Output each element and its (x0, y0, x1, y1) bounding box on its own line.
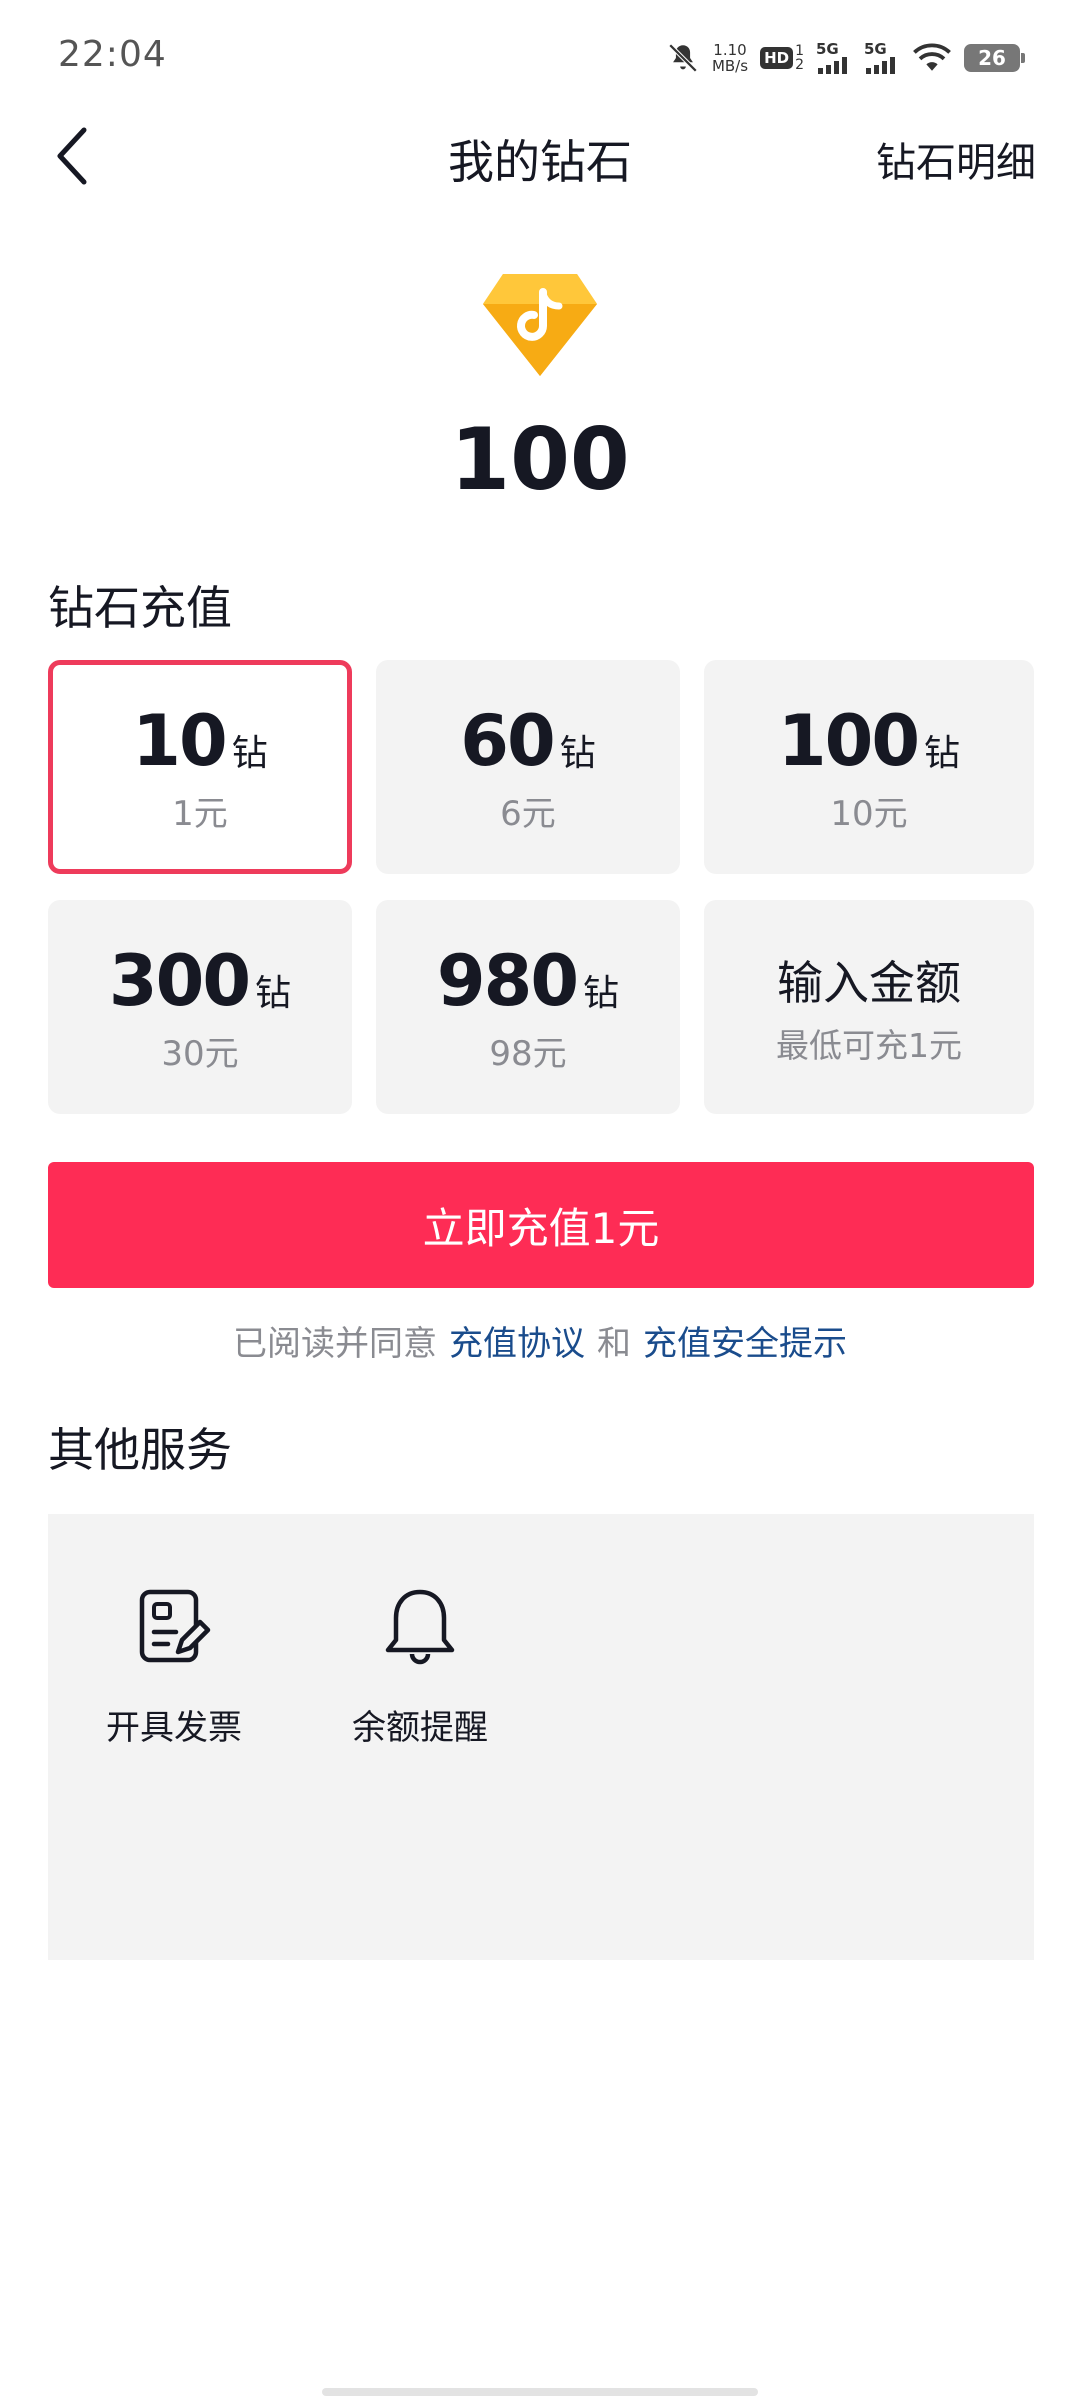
diamond-detail-link[interactable]: 钻石明细 (876, 130, 1036, 188)
package-price: 6元 (500, 793, 556, 834)
services-panel: 开具发票 余额提醒 (48, 1514, 1034, 1960)
package-main: 60 钻 (460, 700, 595, 782)
custom-amount-title: 输入金额 (777, 956, 961, 1010)
package-option-60[interactable]: 60 钻 6元 (376, 660, 680, 874)
status-bar: 22:04 1.10 MB/s HD 1 2 5G 5G 26 (0, 0, 1080, 110)
package-unit: 钻 (231, 732, 268, 774)
agreement-prefix: 已阅读并同意 (233, 1324, 437, 1364)
status-time: 22:04 (58, 34, 167, 75)
recharge-agreement-link[interactable]: 充值协议 (449, 1324, 585, 1364)
signal-1: 5G (816, 42, 852, 74)
package-option-980[interactable]: 980 钻 98元 (376, 900, 680, 1114)
package-main: 100 钻 (778, 700, 960, 782)
header: 我的钻石 钻石明细 (0, 110, 1080, 206)
agreement-conjunction: 和 (597, 1324, 631, 1364)
package-option-100[interactable]: 100 钻 10元 (704, 660, 1034, 874)
service-item-balance-reminder[interactable]: 余额提醒 (330, 1584, 510, 1749)
package-amount: 980 (436, 939, 579, 1022)
recharge-section-title: 钻石充值 (48, 581, 232, 635)
signal-2-label: 5G (864, 40, 887, 58)
package-amount: 10 (132, 699, 227, 782)
network-speed: 1.10 MB/s (712, 42, 748, 74)
home-indicator[interactable] (322, 2388, 758, 2396)
package-price: 1元 (172, 793, 228, 834)
package-option-10[interactable]: 10 钻 1元 (48, 660, 352, 874)
package-price: 30元 (161, 1033, 239, 1074)
services-section-title: 其他服务 (48, 1423, 232, 1477)
signal-1-label: 5G (816, 40, 839, 58)
agreement-text: 已阅读并同意 充值协议和充值安全提示 (0, 1316, 1080, 1365)
service-label: 余额提醒 (352, 1708, 488, 1748)
recharge-now-button[interactable]: 立即充值1元 (48, 1162, 1034, 1288)
package-option-custom-amount[interactable]: 输入金额 最低可充1元 (704, 900, 1034, 1114)
signal-bars-icon (866, 57, 895, 74)
recharge-packages: 10 钻 1元 60 钻 6元 100 钻 10元 300 钻 30元 980 … (48, 660, 1034, 1114)
package-unit: 钻 (559, 732, 596, 774)
custom-amount-hint: 最低可充1元 (776, 1026, 962, 1065)
wifi-icon (913, 43, 951, 71)
diamond-balance: 100 (450, 410, 630, 510)
service-label: 开具发票 (106, 1708, 242, 1748)
network-speed-unit: MB/s (711, 57, 749, 75)
network-speed-value: 1.10 (713, 41, 747, 59)
service-item-invoice[interactable]: 开具发票 (84, 1584, 264, 1749)
hd-label: HD (760, 47, 794, 69)
signal-2: 5G (864, 42, 900, 74)
package-unit: 钻 (583, 972, 620, 1014)
diamond-icon (483, 274, 597, 376)
package-price: 98元 (489, 1033, 567, 1074)
package-amount: 100 (777, 699, 920, 782)
hd-sub-top: 1 (795, 43, 804, 59)
package-price: 10元 (830, 793, 908, 834)
package-unit: 钻 (924, 732, 961, 774)
package-main: 10 钻 (132, 700, 267, 782)
mute-bell-icon (668, 43, 698, 73)
status-icons: 1.10 MB/s HD 1 2 5G 5G 26 (666, 38, 1025, 78)
signal-bars-icon (818, 57, 847, 74)
battery-indicator: 26 (964, 44, 1025, 72)
recharge-safety-tips-link[interactable]: 充值安全提示 (643, 1324, 847, 1364)
package-main: 980 钻 (437, 940, 619, 1022)
package-unit: 钻 (255, 972, 292, 1014)
package-amount: 60 (460, 699, 555, 782)
hd-sub-bottom: 2 (795, 57, 804, 73)
package-amount: 300 (108, 939, 251, 1022)
hd-sub: 1 2 (795, 44, 804, 72)
hd-badge: HD 1 2 (760, 44, 804, 72)
invoice-icon (139, 1589, 211, 1663)
package-option-300[interactable]: 300 钻 30元 (48, 900, 352, 1114)
package-main: 300 钻 (109, 940, 291, 1022)
balance-area: 100 (0, 270, 1080, 510)
bell-icon (385, 1589, 455, 1665)
